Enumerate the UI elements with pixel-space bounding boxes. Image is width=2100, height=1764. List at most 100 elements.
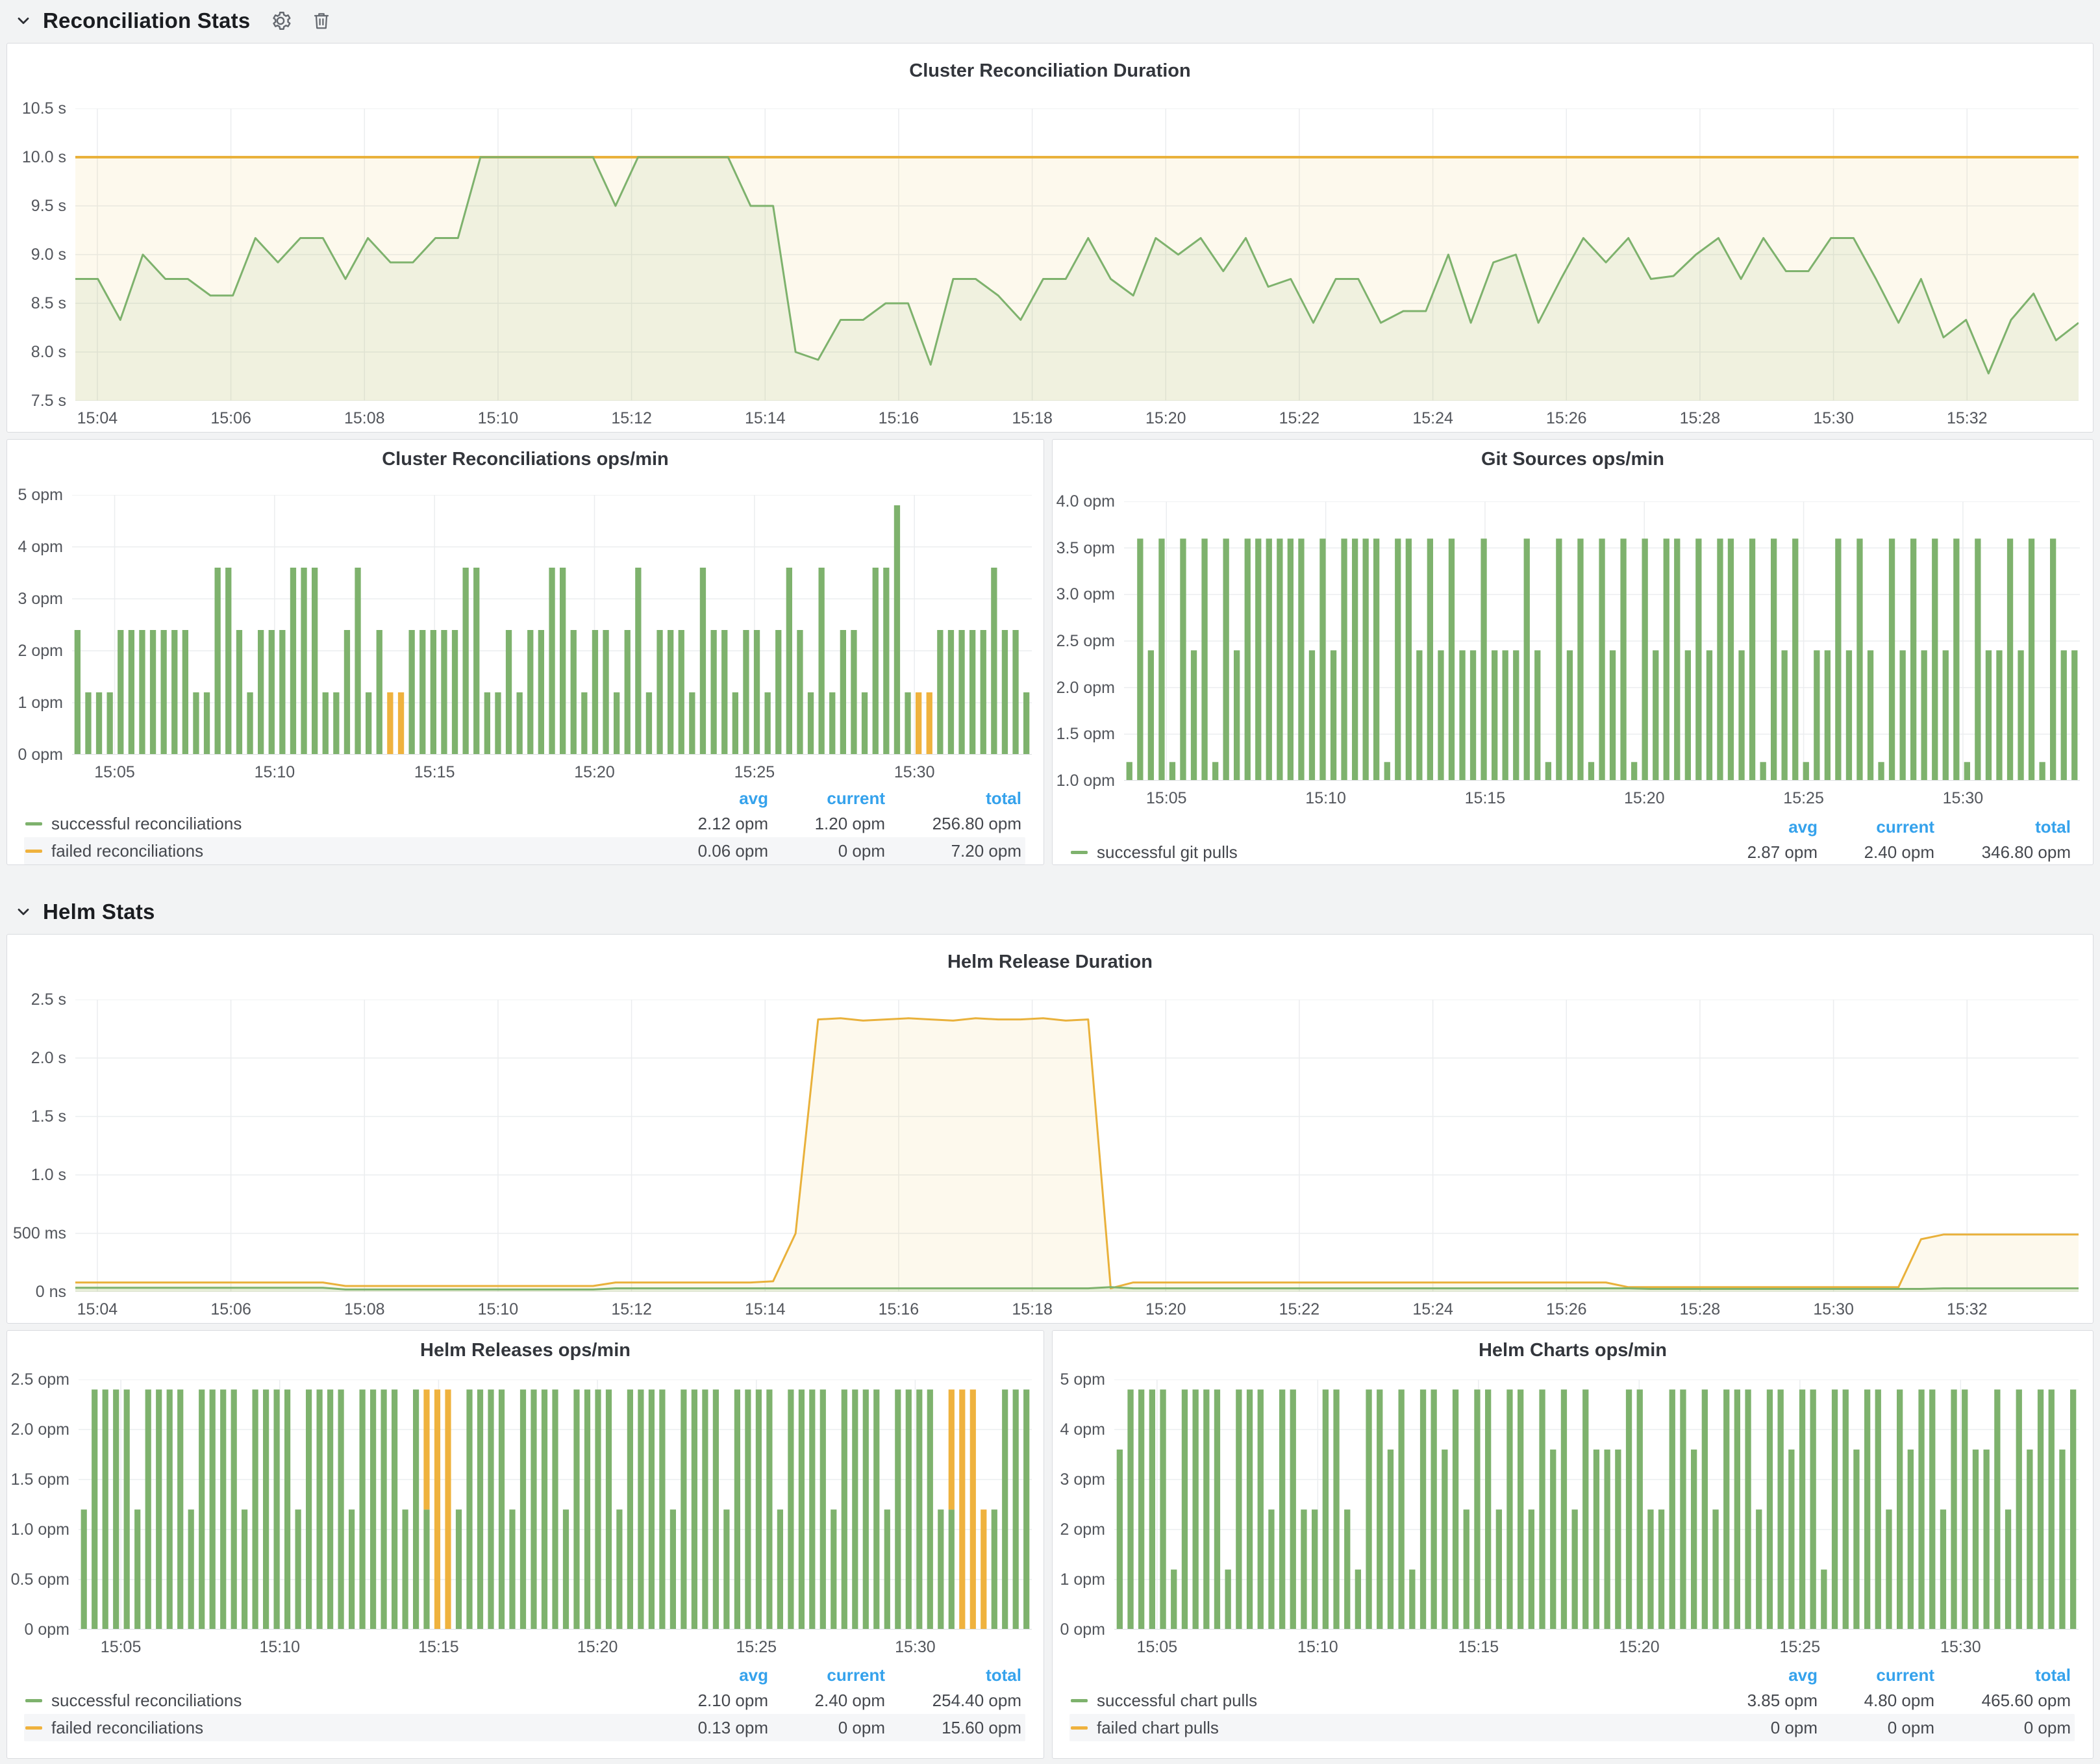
bar-successful	[1556, 538, 1562, 781]
bar-successful	[1550, 1450, 1556, 1630]
legend-sort-total[interactable]: total	[1938, 817, 2075, 837]
x-tick-label: 15:26	[1527, 1300, 1605, 1319]
chart-canvas[interactable]	[75, 1000, 2079, 1292]
y-tick-label: 0 opm	[7, 745, 63, 764]
legend-series-label[interactable]: successful git pulls	[1097, 842, 1238, 863]
bar-successful	[274, 1389, 280, 1630]
chevron-down-icon[interactable]	[14, 903, 32, 921]
legend-series-label[interactable]: successful chart pulls	[1097, 1691, 1257, 1711]
bar-successful	[1975, 538, 1981, 781]
legend-sort-current[interactable]: current	[772, 788, 889, 809]
panel-title[interactable]: Helm Charts ops/min	[1053, 1340, 2093, 1361]
legend-current-value: 0 opm	[772, 1718, 889, 1738]
legend-series-label[interactable]: failed reconciliations	[51, 1718, 203, 1738]
panel-title[interactable]: Git Sources ops/min	[1053, 449, 2093, 470]
bar-successful	[2040, 762, 2045, 781]
legend-header-row: avg current total	[1069, 1663, 2075, 1687]
bar-successful	[1214, 1389, 1220, 1630]
legend-sort-current[interactable]: current	[1821, 1665, 1938, 1685]
bar-successful	[1395, 538, 1401, 781]
bar-successful	[606, 1389, 612, 1630]
bar-successful	[1534, 650, 1540, 781]
section-title[interactable]: Helm Stats	[43, 900, 155, 924]
legend-series-label[interactable]: successful reconciliations	[51, 1691, 242, 1711]
x-tick-label: 15:28	[1661, 1300, 1739, 1319]
bar-successful	[431, 630, 436, 755]
chart-canvas[interactable]	[1124, 501, 2080, 781]
bar-successful	[1245, 538, 1251, 781]
legend-sort-current[interactable]: current	[772, 1665, 889, 1685]
y-tick-label: 8.5 s	[7, 294, 66, 313]
legend-current-value: 0 opm	[1821, 1718, 1938, 1738]
bar-successful	[134, 1509, 140, 1630]
bar-successful	[1406, 538, 1412, 781]
bar-successful	[1897, 1389, 1903, 1630]
bar-successful	[1268, 1509, 1274, 1630]
bar-successful	[2071, 650, 2077, 781]
legend-series-label[interactable]: failed reconciliations	[51, 841, 203, 861]
bar-successful	[517, 692, 523, 755]
chart-canvas[interactable]	[72, 495, 1032, 755]
bar-successful	[992, 1509, 997, 1630]
legend-sort-avg[interactable]: avg	[1705, 817, 1821, 837]
legend-sort-total[interactable]: total	[1938, 1665, 2075, 1685]
x-tick-label: 15:20	[558, 1637, 636, 1657]
bar-successful	[1868, 650, 1873, 781]
legend-sort-avg[interactable]: avg	[655, 1665, 772, 1685]
panel-title[interactable]: Helm Release Duration	[7, 951, 2093, 973]
legend-sort-total[interactable]: total	[889, 788, 1025, 809]
y-tick-label: 3.5 opm	[1053, 538, 1115, 558]
bar-successful	[150, 630, 156, 755]
bar-successful	[1738, 650, 1744, 781]
legend-series-label[interactable]: successful reconciliations	[51, 814, 242, 834]
x-tick-label: 15:05	[1127, 788, 1205, 808]
panel-title[interactable]: Cluster Reconciliations ops/min	[7, 449, 1044, 470]
x-tick-label: 15:24	[1394, 1300, 1472, 1319]
legend-sort-avg[interactable]: avg	[655, 788, 772, 809]
bar-successful	[1582, 1389, 1588, 1630]
chevron-down-icon[interactable]	[14, 12, 32, 30]
chart-canvas[interactable]	[75, 108, 2079, 401]
gear-icon[interactable]	[269, 10, 292, 32]
x-tick-label: 15:18	[994, 409, 1071, 428]
legend-sort-avg[interactable]: avg	[1705, 1665, 1821, 1685]
x-tick-label: 15:10	[459, 1300, 537, 1319]
y-tick-label: 2 opm	[7, 641, 63, 661]
chart-canvas[interactable]	[1114, 1380, 2079, 1630]
legend-sort-total[interactable]: total	[889, 1665, 1025, 1685]
trash-icon[interactable]	[311, 10, 332, 31]
x-tick-label: 15:30	[1795, 409, 1873, 428]
section-title[interactable]: Reconciliation Stats	[43, 8, 250, 33]
panel-title[interactable]: Cluster Reconciliation Duration	[7, 60, 2093, 82]
bar-successful	[1201, 538, 1207, 781]
bar-successful	[775, 630, 781, 755]
bar-successful	[1706, 650, 1712, 781]
legend-series-label[interactable]: failed chart pulls	[1097, 1718, 1219, 1738]
bar-successful	[2016, 1389, 2022, 1630]
bar-successful	[894, 505, 900, 755]
bar-successful	[1290, 1389, 1296, 1630]
chart-canvas[interactable]	[79, 1380, 1032, 1630]
bar-successful	[1835, 538, 1841, 781]
bar-successful	[1745, 1389, 1751, 1630]
bar-successful	[1875, 1389, 1881, 1630]
legend-current-value: 2.40 opm	[772, 1691, 889, 1711]
legend-sort-current[interactable]: current	[1821, 817, 1938, 837]
x-tick-label: 15:16	[860, 1300, 938, 1319]
x-tick-label: 15:32	[1928, 409, 2006, 428]
legend-avg-value: 0.13 opm	[655, 1718, 772, 1738]
bar-successful	[905, 692, 910, 755]
x-tick-label: 15:22	[1260, 409, 1338, 428]
bar-successful	[1996, 650, 2002, 781]
bar-successful	[1258, 1389, 1264, 1630]
bar-successful	[1384, 762, 1390, 781]
bar-successful	[92, 1389, 97, 1630]
legend-row-successful-git-pulls: successful git pulls 2.87 opm 2.40 opm 3…	[1069, 838, 2075, 866]
bar-successful	[991, 568, 997, 755]
x-tick-label: 15:25	[1765, 788, 1843, 808]
series-area	[75, 1018, 2079, 1292]
panel-title[interactable]: Helm Releases ops/min	[7, 1340, 1044, 1361]
bar-successful	[1594, 1450, 1599, 1630]
x-tick-label: 15:16	[860, 409, 938, 428]
bar-successful	[107, 692, 113, 755]
